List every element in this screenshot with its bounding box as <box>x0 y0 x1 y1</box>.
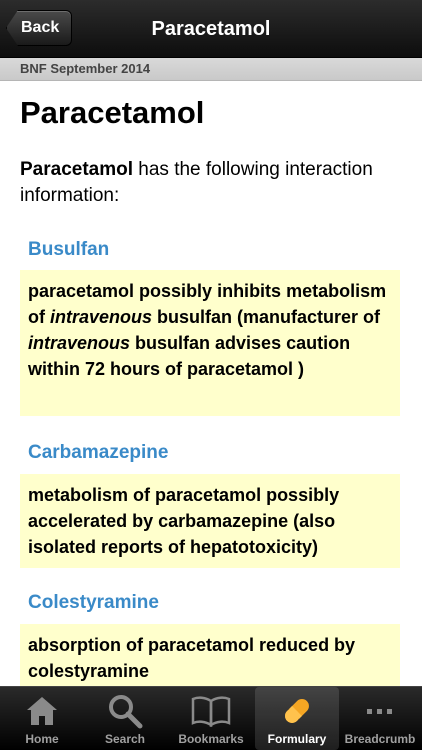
tab-home[interactable]: Home <box>0 687 84 750</box>
search-icon <box>83 693 167 729</box>
tab-breadcrumb[interactable]: Breadcrumb <box>338 687 422 750</box>
pill-icon <box>255 693 339 729</box>
home-icon <box>0 693 84 729</box>
interaction-box-colestyramine: absorption of paracetamol reduced by col… <box>20 624 400 686</box>
interaction-text: metabolism of paracetamol possibly accel… <box>28 485 340 557</box>
interaction-text-italic: intravenous <box>50 307 153 327</box>
tab-label: Formulary <box>267 732 327 746</box>
tab-bar: Home Search Bookmarks Formulary Breadcru… <box>0 686 422 750</box>
interaction-heading-colestyramine[interactable]: Colestyramine <box>28 592 159 614</box>
more-dots-icon <box>338 693 422 729</box>
tab-label: Breadcrumb <box>344 732 416 746</box>
book-icon <box>169 693 253 729</box>
tab-label: Home <box>25 732 59 746</box>
interaction-text-italic: intravenous <box>28 333 131 353</box>
intro-drug-name: Paracetamol <box>20 159 134 180</box>
interaction-box-carbamazepine: metabolism of paracetamol possibly accel… <box>20 474 400 568</box>
navigation-bar: Back Paracetamol <box>0 0 422 58</box>
interaction-heading-busulfan[interactable]: Busulfan <box>28 239 109 261</box>
content-area[interactable]: Paracetamol Paracetamol has the followin… <box>0 81 422 686</box>
page-title: Paracetamol <box>20 95 205 130</box>
nav-title: Paracetamol <box>151 18 271 40</box>
intro-text: Paracetamol has the following interactio… <box>20 157 400 209</box>
tab-bookmarks[interactable]: Bookmarks <box>169 687 253 750</box>
tab-search[interactable]: Search <box>83 687 167 750</box>
interaction-heading-carbamazepine[interactable]: Carbamazepine <box>28 442 168 464</box>
interaction-text: busulfan (manufacturer of <box>152 307 381 327</box>
edition-label: BNF September 2014 <box>0 58 422 81</box>
tab-label: Bookmarks <box>178 732 244 746</box>
tab-formulary[interactable]: Formulary <box>255 687 339 750</box>
interaction-box-busulfan: paracetamol possibly inhibits metabolism… <box>20 270 400 416</box>
tab-label: Search <box>104 732 146 746</box>
interaction-text: absorption of paracetamol reduced by col… <box>28 635 356 681</box>
